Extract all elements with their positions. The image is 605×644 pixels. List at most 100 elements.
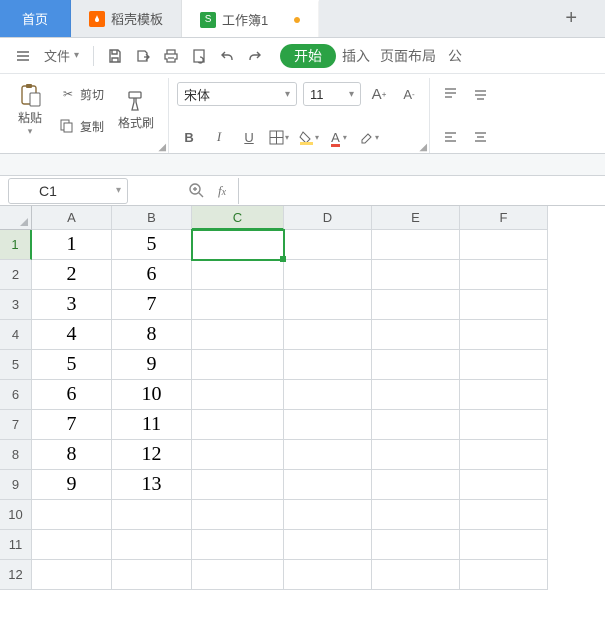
cell-B4[interactable]: 8 xyxy=(112,320,192,350)
format-painter-button[interactable]: 格式刷 xyxy=(112,78,160,142)
cell-D4[interactable] xyxy=(284,320,372,350)
tab-home[interactable]: 首页 xyxy=(0,0,71,37)
row-header[interactable]: 7 xyxy=(0,410,32,440)
cell-D6[interactable] xyxy=(284,380,372,410)
cell-D7[interactable] xyxy=(284,410,372,440)
zoom-icon[interactable] xyxy=(188,182,206,200)
cell-A4[interactable]: 4 xyxy=(32,320,112,350)
row-header[interactable]: 3 xyxy=(0,290,32,320)
row-header[interactable]: 1 xyxy=(0,230,32,260)
cell-D12[interactable] xyxy=(284,560,372,590)
cell-F4[interactable] xyxy=(460,320,548,350)
cell-E1[interactable] xyxy=(372,230,460,260)
print-preview-icon[interactable] xyxy=(186,43,212,69)
col-header-D[interactable]: D xyxy=(284,206,372,230)
align-center-icon[interactable] xyxy=(468,125,492,149)
redo-icon[interactable] xyxy=(242,43,268,69)
cell-C8[interactable] xyxy=(192,440,284,470)
row-header[interactable]: 4 xyxy=(0,320,32,350)
new-tab-button[interactable]: + xyxy=(555,7,587,30)
cell-A10[interactable] xyxy=(32,500,112,530)
cell-F10[interactable] xyxy=(460,500,548,530)
cell-C2[interactable] xyxy=(192,260,284,290)
file-menu[interactable]: 文件 ▾ xyxy=(38,43,85,69)
cell-B2[interactable]: 6 xyxy=(112,260,192,290)
cell-F6[interactable] xyxy=(460,380,548,410)
col-header-B[interactable]: B xyxy=(112,206,192,230)
cell-C4[interactable] xyxy=(192,320,284,350)
col-header-C[interactable]: C xyxy=(192,206,284,230)
cell-E3[interactable] xyxy=(372,290,460,320)
row-header[interactable]: 9 xyxy=(0,470,32,500)
cell-C11[interactable] xyxy=(192,530,284,560)
cell-F12[interactable] xyxy=(460,560,548,590)
cell-F8[interactable] xyxy=(460,440,548,470)
cell-B5[interactable]: 9 xyxy=(112,350,192,380)
cell-B8[interactable]: 12 xyxy=(112,440,192,470)
cell-F1[interactable] xyxy=(460,230,548,260)
ribbon-tab-layout[interactable]: 页面布局 xyxy=(376,43,440,69)
cell-A3[interactable]: 3 xyxy=(32,290,112,320)
cell-C12[interactable] xyxy=(192,560,284,590)
row-header[interactable]: 11 xyxy=(0,530,32,560)
clear-format-icon[interactable]: ▾ xyxy=(357,125,381,149)
save-icon[interactable] xyxy=(102,43,128,69)
cell-E12[interactable] xyxy=(372,560,460,590)
cell-D5[interactable] xyxy=(284,350,372,380)
cell-A2[interactable]: 2 xyxy=(32,260,112,290)
cell-D9[interactable] xyxy=(284,470,372,500)
cell-C7[interactable] xyxy=(192,410,284,440)
increase-font-icon[interactable]: A+ xyxy=(367,82,391,106)
cell-A5[interactable]: 5 xyxy=(32,350,112,380)
cell-A12[interactable] xyxy=(32,560,112,590)
cell-F11[interactable] xyxy=(460,530,548,560)
cell-E10[interactable] xyxy=(372,500,460,530)
tab-docer[interactable]: 稻壳模板 xyxy=(71,0,182,37)
cell-F7[interactable] xyxy=(460,410,548,440)
row-header[interactable]: 12 xyxy=(0,560,32,590)
cell-E5[interactable] xyxy=(372,350,460,380)
fx-icon[interactable]: fx xyxy=(218,183,226,199)
font-color-icon[interactable]: A ▾ xyxy=(327,125,351,149)
ribbon-tab-formula[interactable]: 公 xyxy=(442,43,468,69)
cell-F5[interactable] xyxy=(460,350,548,380)
tab-workbook[interactable]: S 工作簿1 xyxy=(182,0,319,37)
cell-F2[interactable] xyxy=(460,260,548,290)
col-header-E[interactable]: E xyxy=(372,206,460,230)
cell-E2[interactable] xyxy=(372,260,460,290)
row-header[interactable]: 8 xyxy=(0,440,32,470)
align-middle-icon[interactable] xyxy=(468,82,492,106)
cell-E6[interactable] xyxy=(372,380,460,410)
cell-C3[interactable] xyxy=(192,290,284,320)
cell-D10[interactable] xyxy=(284,500,372,530)
cell-A11[interactable] xyxy=(32,530,112,560)
row-header[interactable]: 10 xyxy=(0,500,32,530)
row-header[interactable]: 6 xyxy=(0,380,32,410)
cell-E4[interactable] xyxy=(372,320,460,350)
cell-B10[interactable] xyxy=(112,500,192,530)
paste-button[interactable]: 粘贴 ▾ xyxy=(8,78,52,142)
hamburger-menu-icon[interactable] xyxy=(10,43,36,69)
bold-icon[interactable]: B xyxy=(177,125,201,149)
undo-icon[interactable] xyxy=(214,43,240,69)
row-header[interactable]: 5 xyxy=(0,350,32,380)
cell-B1[interactable]: 5 xyxy=(112,230,192,260)
cell-D8[interactable] xyxy=(284,440,372,470)
cell-A1[interactable]: 1 xyxy=(32,230,112,260)
italic-icon[interactable]: I xyxy=(207,125,231,149)
fill-color-icon[interactable]: ▾ xyxy=(297,125,321,149)
cell-C9[interactable] xyxy=(192,470,284,500)
cell-D1[interactable] xyxy=(284,230,372,260)
cut-button[interactable]: ✂ 剪切 xyxy=(56,84,108,105)
cell-C1[interactable] xyxy=(192,230,284,260)
cell-F9[interactable] xyxy=(460,470,548,500)
cell-A6[interactable]: 6 xyxy=(32,380,112,410)
cell-B11[interactable] xyxy=(112,530,192,560)
cell-C5[interactable] xyxy=(192,350,284,380)
col-header-F[interactable]: F xyxy=(460,206,548,230)
underline-icon[interactable]: U xyxy=(237,125,261,149)
cell-A9[interactable]: 9 xyxy=(32,470,112,500)
cell-E9[interactable] xyxy=(372,470,460,500)
decrease-font-icon[interactable]: A- xyxy=(397,82,421,106)
select-all-corner[interactable] xyxy=(0,206,32,230)
